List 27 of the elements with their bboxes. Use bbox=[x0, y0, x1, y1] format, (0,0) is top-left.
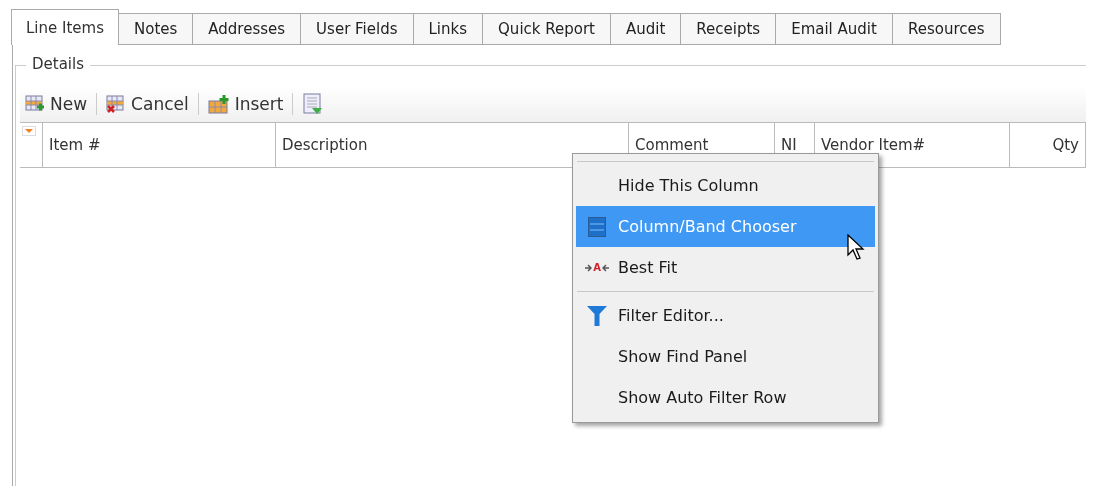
filter-icon bbox=[587, 304, 607, 327]
column-header[interactable]: Qty bbox=[1010, 123, 1086, 167]
cancel-button[interactable]: Cancel bbox=[103, 92, 192, 116]
insert-row-icon bbox=[207, 94, 230, 114]
add-row-icon bbox=[25, 94, 45, 114]
menu-item[interactable]: Hide This Column bbox=[576, 165, 875, 206]
dropdown-icon[interactable] bbox=[22, 126, 36, 136]
tab[interactable]: Audit bbox=[610, 13, 682, 45]
insert-button[interactable]: Insert bbox=[204, 92, 287, 116]
delete-row-icon bbox=[106, 94, 127, 114]
cursor-icon bbox=[847, 234, 867, 262]
list-icon bbox=[588, 216, 606, 237]
tab[interactable]: Quick Report bbox=[482, 13, 611, 45]
menu-item[interactable]: Show Auto Filter Row bbox=[576, 377, 875, 418]
menu-item[interactable]: Show Find Panel bbox=[576, 336, 875, 377]
tab[interactable]: Notes bbox=[118, 13, 194, 45]
tab[interactable]: Addresses bbox=[192, 13, 302, 45]
tab[interactable]: Links bbox=[412, 13, 484, 45]
tab[interactable]: Resources bbox=[891, 13, 1001, 45]
new-button[interactable]: New bbox=[22, 92, 91, 116]
tab[interactable]: User Fields bbox=[300, 13, 414, 45]
tab[interactable]: Line Items bbox=[11, 9, 119, 45]
menu-item[interactable]: Filter Editor... bbox=[576, 295, 875, 336]
column-header[interactable]: Item # bbox=[43, 123, 276, 167]
tab[interactable]: Email Audit bbox=[775, 13, 893, 45]
tab[interactable]: Receipts bbox=[680, 13, 777, 45]
menu-item[interactable]: A Best Fit bbox=[576, 247, 875, 288]
